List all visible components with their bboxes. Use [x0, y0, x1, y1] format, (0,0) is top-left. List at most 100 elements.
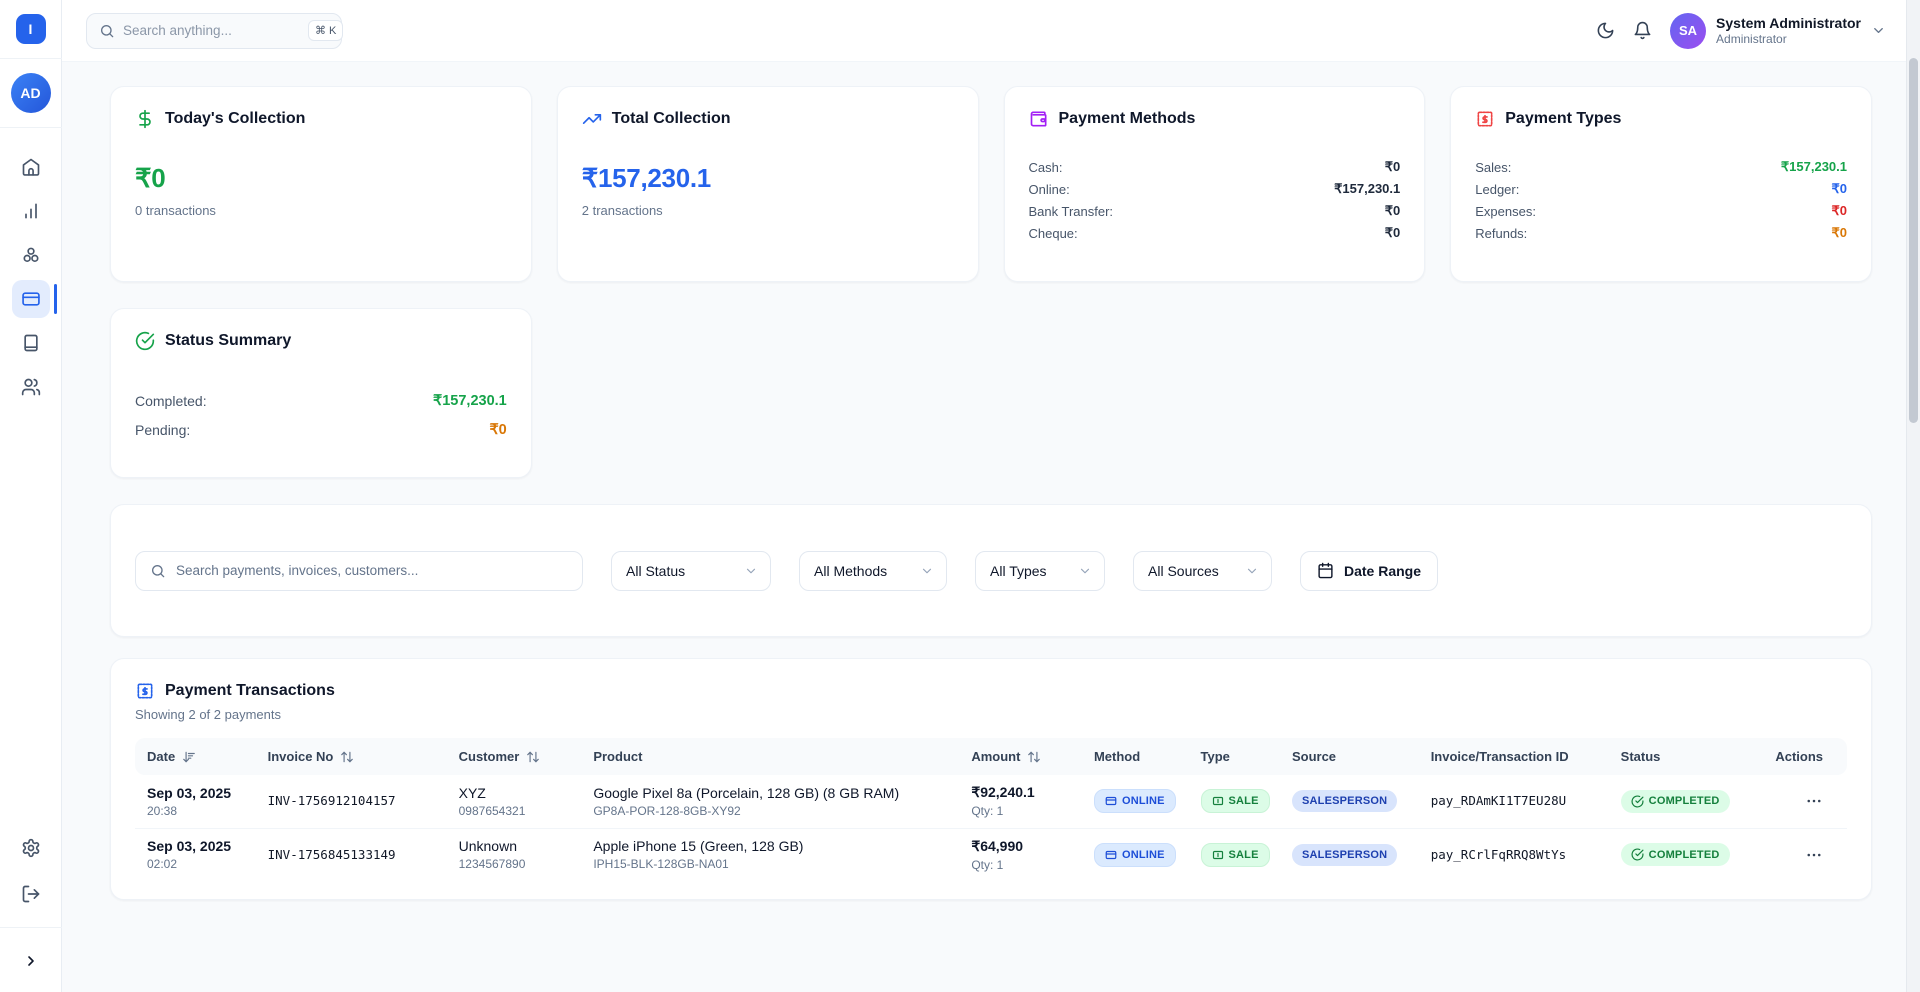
sidebar-item-home[interactable]: [12, 148, 50, 186]
date-range-button[interactable]: Date Range: [1300, 551, 1438, 591]
search-icon: [99, 23, 115, 39]
tx-customer-phone: 0987654321: [459, 804, 570, 818]
trending-up-icon: [582, 109, 602, 129]
source-filter-dropdown[interactable]: All Sources: [1133, 551, 1272, 591]
method-label: ONLINE: [1122, 849, 1165, 861]
card-title: Payment Methods: [1059, 110, 1196, 128]
wallet-icon: [1029, 109, 1049, 129]
method-badge: ONLINE: [1094, 843, 1176, 867]
sidebar-item-settings[interactable]: [12, 829, 50, 867]
total-collection-value: ₹157,230.1: [582, 163, 954, 194]
sidebar-item-ledger[interactable]: [12, 324, 50, 362]
total-collection-card: Total Collection ₹157,230.1 2 transactio…: [557, 86, 979, 282]
method-filter-dropdown[interactable]: All Methods: [799, 551, 947, 591]
sidebar-item-payments[interactable]: [12, 280, 50, 318]
col-method: Method: [1082, 738, 1189, 775]
topbar: ⌘ K SA System Administrator Administrato…: [62, 0, 1920, 62]
page-scrollbar[interactable]: [1906, 0, 1920, 992]
tx-time: 20:38: [147, 804, 244, 818]
moon-icon: [1596, 21, 1615, 40]
tx-customer: XYZ: [459, 785, 570, 801]
filters-bar: All Status All Methods All Types All Sou…: [110, 504, 1872, 637]
tx-transaction-id: pay_RCrlFqRRQ8WtYs: [1431, 847, 1566, 862]
tx-date: Sep 03, 2025: [147, 785, 244, 801]
status-value: ₹157,230.1: [433, 393, 507, 409]
calendar-icon: [1317, 562, 1334, 579]
tx-time: 02:02: [147, 857, 244, 871]
col-type: Type: [1189, 738, 1280, 775]
payments-search[interactable]: [135, 551, 583, 591]
type-label: SALE: [1229, 849, 1259, 861]
col-label: Type: [1201, 749, 1230, 764]
todays-collection-subtitle: 0 transactions: [135, 203, 507, 218]
divider: [0, 927, 62, 928]
metric-value: ₹0: [1385, 159, 1401, 175]
status-value: ₹0: [489, 422, 506, 438]
col-source: Source: [1280, 738, 1419, 775]
metric-value: ₹0: [1831, 225, 1847, 241]
divider: [0, 58, 62, 59]
col-label: Actions: [1775, 749, 1823, 764]
row-actions-button[interactable]: [1770, 792, 1835, 810]
source-badge: SALESPERSON: [1292, 790, 1397, 812]
sidebar-avatar[interactable]: AD: [11, 73, 51, 113]
user-menu[interactable]: SA System Administrator Administrator: [1670, 13, 1886, 49]
type-label: SALE: [1229, 795, 1259, 807]
todays-collection-value: ₹0: [135, 163, 507, 194]
sidebar-item-customers[interactable]: [12, 368, 50, 406]
metric-value: ₹0: [1831, 181, 1847, 197]
status-filter-dropdown[interactable]: All Status: [611, 551, 771, 591]
source-label: SALESPERSON: [1302, 849, 1387, 861]
receipt-icon: [1475, 109, 1495, 129]
type-badge: SALE: [1201, 789, 1270, 813]
notifications-button[interactable]: [1633, 21, 1652, 40]
sidebar-item-products[interactable]: [12, 236, 50, 274]
check-circle-icon: [1631, 848, 1644, 861]
source-label: SALESPERSON: [1302, 795, 1387, 807]
sidebar-expand-button[interactable]: [12, 942, 50, 980]
col-label: Invoice/Transaction ID: [1431, 749, 1569, 764]
credit-card-icon: [1105, 849, 1117, 861]
app-logo[interactable]: I: [16, 14, 46, 44]
type-filter-dropdown[interactable]: All Types: [975, 551, 1105, 591]
col-label: Invoice No: [268, 749, 334, 764]
table-row: Sep 03, 2025 20:38 INV-1756912104157 XYZ…: [135, 775, 1847, 828]
sidebar-item-analytics[interactable]: [12, 192, 50, 230]
user-name: System Administrator: [1716, 15, 1861, 32]
credit-card-icon: [1105, 795, 1117, 807]
col-date[interactable]: Date: [135, 738, 256, 775]
col-amount[interactable]: Amount: [959, 738, 1082, 775]
tx-date: Sep 03, 2025: [147, 838, 244, 854]
col-label: Source: [1292, 749, 1336, 764]
chevron-down-icon: [1871, 23, 1886, 38]
dark-mode-toggle[interactable]: [1596, 21, 1615, 40]
banknote-icon: [1212, 795, 1224, 807]
table-header-row: Date Invoice No Customer Product Amount …: [135, 738, 1847, 775]
scrollbar-thumb[interactable]: [1909, 58, 1918, 423]
date-range-label: Date Range: [1344, 563, 1421, 579]
logout-icon: [21, 884, 41, 904]
status-row: Pending: ₹0: [135, 422, 507, 438]
method-label: ONLINE: [1122, 795, 1165, 807]
col-status: Status: [1609, 738, 1759, 775]
source-badge: SALESPERSON: [1292, 844, 1397, 866]
card-title: Payment Types: [1505, 110, 1621, 128]
tx-product: Google Pixel 8a (Porcelain, 128 GB) (8 G…: [593, 785, 947, 801]
sidebar-item-logout[interactable]: [12, 875, 50, 913]
tx-qty: Qty: 1: [971, 804, 1070, 818]
boxes-icon: [21, 245, 41, 265]
metric-row: Cash: ₹0: [1029, 159, 1401, 175]
global-search-input[interactable]: [123, 23, 300, 38]
receipt-dollar-icon: [135, 681, 155, 701]
col-label: Customer: [459, 749, 520, 764]
col-invoice-no[interactable]: Invoice No: [256, 738, 447, 775]
tx-customer: Unknown: [459, 838, 570, 854]
dropdown-label: All Methods: [814, 563, 887, 579]
col-label: Date: [147, 749, 175, 764]
payments-search-input[interactable]: [176, 563, 568, 578]
row-actions-button[interactable]: [1770, 846, 1835, 864]
book-icon: [21, 333, 41, 353]
col-customer[interactable]: Customer: [447, 738, 582, 775]
dropdown-label: All Status: [626, 563, 685, 579]
global-search[interactable]: ⌘ K: [86, 13, 342, 49]
